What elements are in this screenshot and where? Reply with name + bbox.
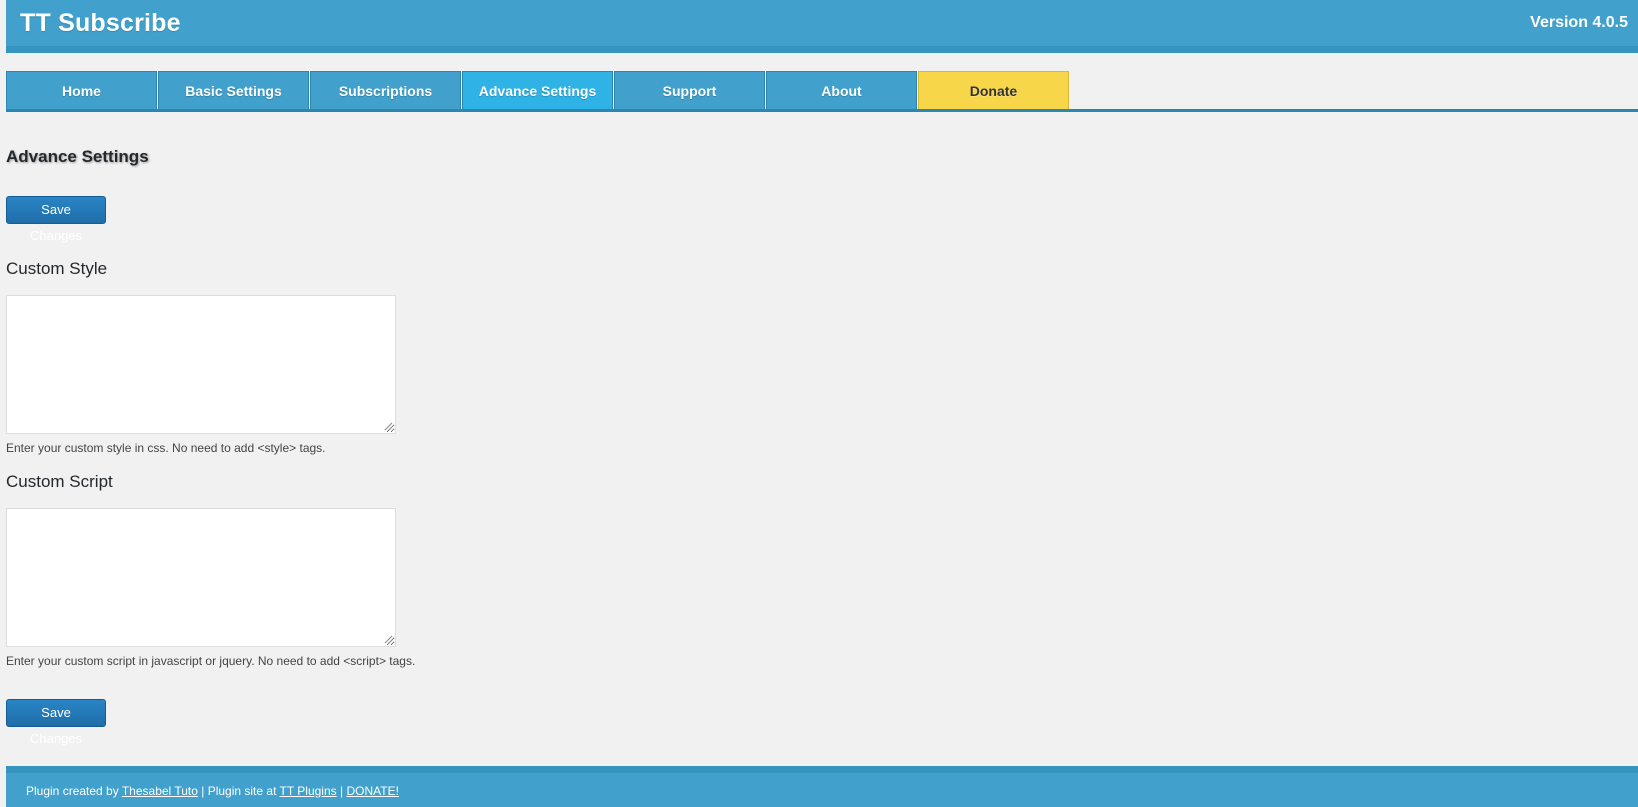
plugin-site-link[interactable]: TT Plugins — [280, 784, 337, 798]
page-title: Advance Settings — [6, 147, 149, 166]
footer-prefix: Plugin created by — [26, 784, 122, 798]
author-link[interactable]: Thesabel Tuto — [122, 784, 198, 798]
tab-basic-settings[interactable]: Basic Settings — [158, 71, 309, 110]
footer-border — [6, 766, 1638, 773]
tab-advance-settings[interactable]: Advance Settings — [462, 71, 613, 110]
custom-script-textarea[interactable] — [6, 508, 396, 647]
tab-about[interactable]: About — [766, 71, 917, 110]
tab-home[interactable]: Home — [6, 71, 157, 110]
tabs-underline — [6, 109, 1638, 112]
custom-script-help: Enter your custom script in javascript o… — [6, 654, 416, 668]
custom-style-help: Enter your custom style in css. No need … — [6, 441, 326, 455]
tab-donate[interactable]: Donate — [918, 71, 1069, 110]
tab-bar: Home Basic Settings Subscriptions Advanc… — [6, 71, 1638, 110]
custom-style-label: Custom Style — [6, 259, 108, 278]
app-title: TT Subscribe — [20, 9, 181, 37]
footer-separator: | — [336, 784, 347, 798]
header-border — [6, 46, 1638, 53]
custom-style-textarea[interactable] — [6, 295, 396, 434]
footer-credits: Plugin created by Thesabel Tuto | Plugin… — [26, 784, 399, 798]
save-button-top[interactable]: Save Changes — [6, 196, 106, 243]
tab-support[interactable]: Support — [614, 71, 765, 110]
version-label: Version 4.0.5 — [1530, 14, 1628, 31]
save-button-bottom[interactable]: Save Changes — [6, 699, 106, 746]
app-window: TT Subscribe Version 4.0.5 Home Basic Se… — [0, 0, 1638, 807]
custom-script-label: Custom Script — [6, 472, 113, 491]
footer-mid: | Plugin site at — [197, 784, 280, 798]
app-header: TT Subscribe Version 4.0.5 — [6, 0, 1638, 46]
donate-link[interactable]: DONATE! — [346, 784, 398, 798]
tab-subscriptions[interactable]: Subscriptions — [310, 71, 461, 110]
